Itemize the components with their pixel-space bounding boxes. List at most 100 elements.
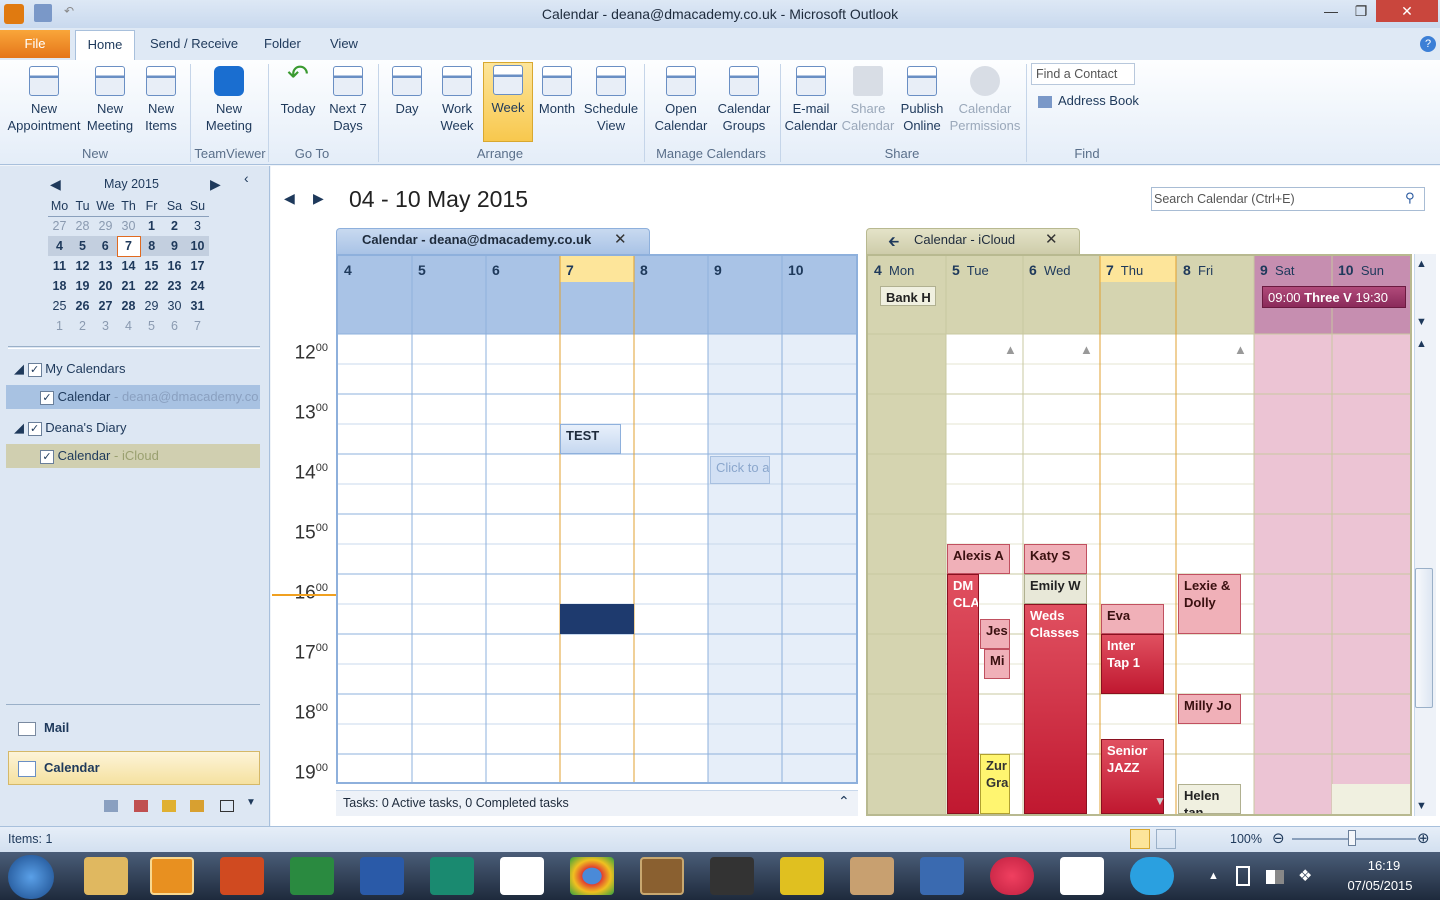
mini-day[interactable]: 30: [163, 296, 186, 316]
skype-icon[interactable]: [1130, 857, 1174, 895]
checkbox[interactable]: ✓: [27, 422, 42, 436]
today-button[interactable]: ↶ Today: [274, 61, 322, 117]
mini-day[interactable]: 5: [71, 236, 94, 256]
selected-slot[interactable]: [560, 604, 634, 634]
calendar-groups-button[interactable]: Calendar Groups: [714, 64, 774, 134]
collapse-pane-icon[interactable]: ‹: [244, 170, 249, 186]
event-eva[interactable]: Eva: [1101, 604, 1164, 634]
event-emily[interactable]: Emily W: [1024, 574, 1087, 604]
prev-week-icon[interactable]: ◀: [284, 190, 295, 207]
day-header-5[interactable]: 5: [418, 262, 426, 278]
reading-view-icon[interactable]: [1156, 829, 1176, 849]
paint-icon[interactable]: [850, 857, 894, 895]
day-view-button[interactable]: Day: [384, 64, 430, 117]
zoom-out-icon[interactable]: ⊖: [1272, 829, 1285, 847]
powerpoint-icon[interactable]: [220, 857, 264, 895]
address-book-button[interactable]: Address Book: [1038, 93, 1139, 108]
mini-day[interactable]: 30: [117, 216, 140, 236]
next-week-icon[interactable]: ▶: [313, 190, 324, 207]
deanas-diary-group[interactable]: ◢ ✓ Deana's Diary: [14, 420, 127, 436]
day-header-sat[interactable]: 9 Sat: [1260, 262, 1295, 278]
mini-day[interactable]: 24: [186, 276, 209, 296]
mini-day[interactable]: 28: [117, 296, 140, 316]
tab-file[interactable]: File: [0, 30, 70, 58]
event-helen[interactable]: Helen tan: [1178, 784, 1241, 814]
mini-day[interactable]: 3: [186, 216, 209, 236]
zoom-in-icon[interactable]: ⊕: [1417, 829, 1430, 847]
mini-day[interactable]: 10: [186, 236, 209, 256]
calendar-item-dmacademy[interactable]: ✓ Calendar - deana@dmacademy.co.uk: [40, 389, 260, 405]
day-header-6[interactable]: 6: [492, 262, 500, 278]
mini-day[interactable]: 4: [48, 236, 71, 256]
new-appointment-button[interactable]: New Appointment: [4, 64, 84, 134]
start-button[interactable]: [8, 855, 54, 899]
day-header-thu[interactable]: 7 Thu: [1106, 262, 1143, 278]
audio-app-icon[interactable]: [710, 857, 754, 895]
event-katy[interactable]: Katy S: [1024, 544, 1087, 574]
excel-icon[interactable]: [290, 857, 334, 895]
contacts-icon[interactable]: [104, 800, 118, 812]
show-hidden-icons[interactable]: ▲: [1208, 870, 1219, 882]
event-lexie-dolly[interactable]: Lexie & Dolly: [1178, 574, 1241, 634]
word-icon[interactable]: [360, 857, 404, 895]
day-header-tue[interactable]: 5 Tue: [952, 262, 989, 278]
outlook-taskbar-icon[interactable]: [150, 857, 194, 895]
event-zur[interactable]: Zur Gra: [980, 754, 1010, 814]
clock-date[interactable]: 07/05/2015: [1330, 878, 1430, 893]
mini-day[interactable]: 17: [186, 256, 209, 276]
mini-day[interactable]: 21: [117, 276, 140, 296]
mini-day[interactable]: 7: [186, 316, 209, 336]
event-bank-holiday[interactable]: Bank H: [880, 286, 936, 306]
search-calendar-input[interactable]: Search Calendar (Ctrl+E): [1151, 187, 1425, 211]
calendar-grid-dmacademy[interactable]: 4 5 6 7 8 9 10 TEST Click to a: [336, 254, 858, 784]
mini-day[interactable]: 14: [117, 256, 140, 276]
day-header-10[interactable]: 10: [788, 262, 804, 278]
splitter[interactable]: [6, 704, 260, 708]
next-7-days-button[interactable]: Next 7 Days: [322, 64, 374, 134]
chevron-up-icon[interactable]: ⌃: [838, 793, 850, 810]
mini-day[interactable]: 22: [140, 276, 163, 296]
calendar-permissions-button[interactable]: Calendar Permissions: [948, 64, 1022, 134]
mini-day[interactable]: 6: [94, 236, 117, 256]
day-header-sun[interactable]: 10 Sun: [1338, 262, 1384, 278]
dropbox-icon[interactable]: [500, 857, 544, 895]
next-month-icon[interactable]: ▶: [210, 176, 221, 193]
event-alexis[interactable]: Alexis A: [947, 544, 1010, 574]
day-header-9[interactable]: 9: [714, 262, 722, 278]
event-test[interactable]: TEST: [560, 424, 621, 454]
more-below-icon[interactable]: ▼: [1154, 794, 1166, 808]
day-header-fri[interactable]: 8 Fri: [1183, 262, 1213, 278]
mini-day[interactable]: 28: [71, 216, 94, 236]
day-header-4[interactable]: 4: [344, 262, 352, 278]
clock-time[interactable]: 16:19: [1340, 858, 1428, 873]
icloud-icon[interactable]: [1060, 857, 1104, 895]
publisher-icon[interactable]: [430, 857, 474, 895]
help-icon[interactable]: ?: [1420, 36, 1436, 52]
notes-icon[interactable]: [162, 800, 176, 812]
zoom-thumb[interactable]: [1348, 830, 1356, 846]
close-icon[interactable]: ✕: [1045, 230, 1058, 248]
scroll-down-icon[interactable]: ▼: [1416, 800, 1427, 812]
more-above-icon[interactable]: ▲: [1004, 342, 1017, 357]
calendar-item-icloud-label[interactable]: ✓ Calendar - iCloud: [40, 448, 159, 464]
event-jes[interactable]: Jes: [980, 619, 1010, 649]
teamviewer-meeting-button[interactable]: New Meeting: [196, 64, 262, 134]
mini-day[interactable]: 18: [48, 276, 71, 296]
calendar-grid-icloud[interactable]: 4 Mon 5 Tue 6 Wed 7 Thu 8 Fri 9 Sat 10 S…: [866, 254, 1412, 816]
mini-day[interactable]: 27: [94, 296, 117, 316]
signal-icon[interactable]: [1266, 870, 1284, 884]
scroll-thumb[interactable]: [1415, 568, 1433, 708]
mini-day[interactable]: 3: [94, 316, 117, 336]
shortcuts-icon[interactable]: [220, 800, 234, 812]
scroll-up-icon[interactable]: ▲: [1416, 258, 1427, 270]
search-icon[interactable]: ⚲: [1405, 190, 1415, 206]
day-header-mon[interactable]: 4 Mon: [874, 262, 914, 278]
share-calendar-button[interactable]: Share Calendar: [840, 64, 896, 134]
mini-day[interactable]: 23: [163, 276, 186, 296]
maze-app-icon[interactable]: [780, 857, 824, 895]
day-header-wed[interactable]: 6 Wed: [1029, 262, 1071, 278]
mini-day[interactable]: 26: [71, 296, 94, 316]
battery-icon[interactable]: [1236, 866, 1250, 886]
mini-day[interactable]: 27: [48, 216, 71, 236]
new-meeting-button[interactable]: New Meeting: [84, 64, 136, 134]
